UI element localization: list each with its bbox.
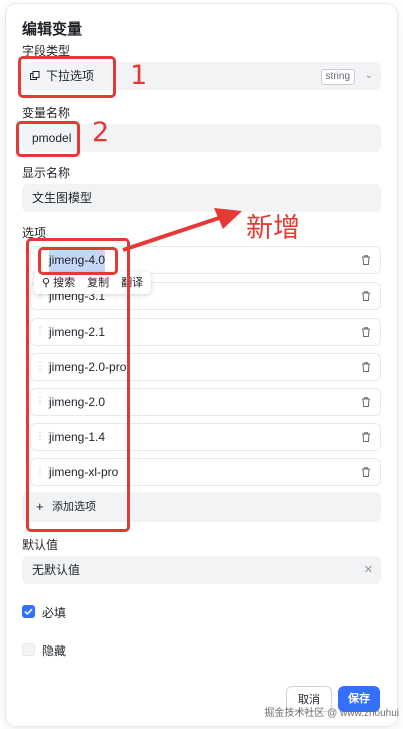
annotation-new-label: 新增 [246, 213, 300, 244]
default-value-text: 无默认值 [32, 563, 81, 577]
hidden-checkbox[interactable] [22, 643, 35, 656]
trash-icon[interactable] [360, 290, 372, 302]
trash-icon[interactable] [360, 361, 372, 373]
type-chip: string [320, 69, 355, 85]
dialog-title: 编辑变量 [22, 21, 83, 38]
annotation-box-options [26, 238, 130, 532]
trash-icon[interactable] [360, 466, 372, 478]
hidden-label: 隐藏 [42, 644, 67, 658]
default-value-label: 默认值 [22, 538, 59, 552]
default-value-select[interactable]: 无默认值 ✕ [22, 556, 381, 584]
annotation-box-var-name [16, 121, 80, 157]
var-name-label: 变量名称 [22, 106, 71, 120]
trash-icon[interactable] [360, 326, 372, 338]
trash-icon[interactable] [360, 254, 372, 266]
annotation-number-1: 1 [130, 60, 148, 91]
watermark: 掘金技术社区 @ www.zhouhui [264, 708, 399, 719]
trash-icon[interactable] [360, 431, 372, 443]
annotation-box-field-type [18, 56, 116, 98]
clear-icon[interactable]: ✕ [364, 556, 373, 584]
annotation-arrow [122, 208, 242, 252]
display-name-label: 显示名称 [22, 166, 71, 180]
required-label: 必填 [42, 606, 67, 620]
required-checkbox[interactable] [22, 605, 35, 618]
trash-icon[interactable] [360, 396, 372, 408]
chevron-down-icon: ⌄ [364, 70, 373, 81]
check-icon [24, 608, 33, 616]
annotation-number-2: 2 [92, 117, 110, 148]
